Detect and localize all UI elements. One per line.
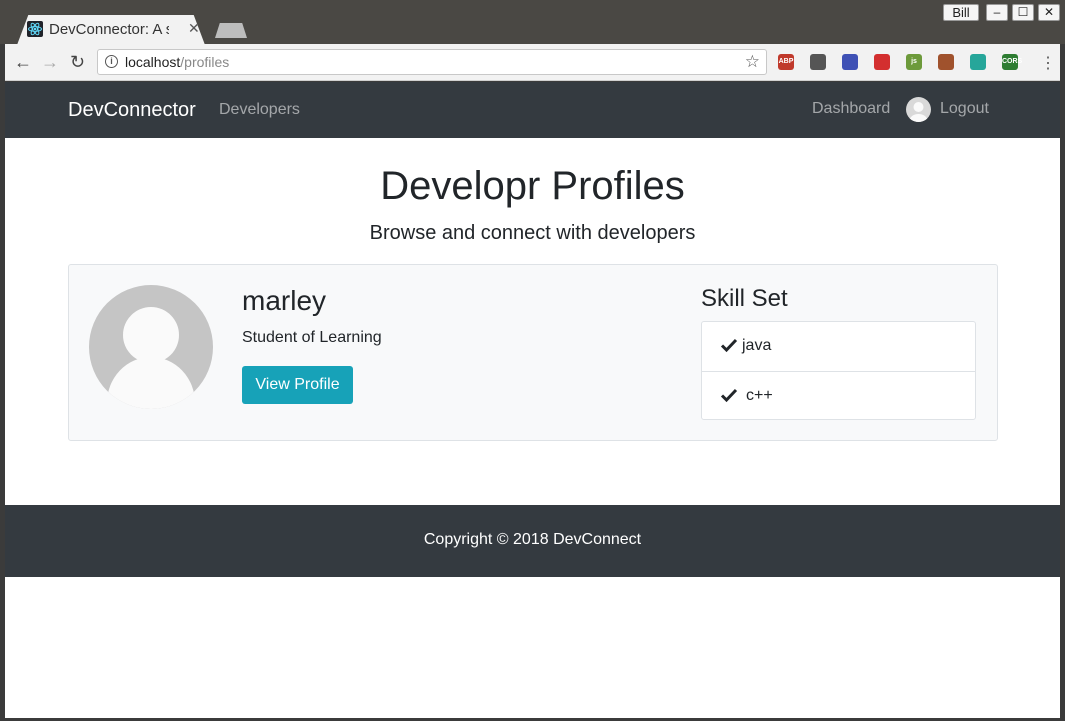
extension-red-icon[interactable]	[874, 54, 890, 70]
profile-name: marley	[242, 285, 327, 316]
profile-avatar	[89, 285, 213, 409]
skill-label: java	[742, 337, 772, 354]
target-icon[interactable]	[970, 54, 986, 70]
view-profile-button[interactable]: View Profile	[242, 366, 353, 404]
nav-logout-link[interactable]: Logout	[940, 100, 989, 118]
tab-close-icon[interactable]: ✕	[188, 20, 200, 37]
navbar: DevConnector Developers Dashboard Logout	[5, 82, 1060, 138]
skill-item: java	[702, 322, 975, 371]
profile-status: Student of Learning	[242, 329, 382, 346]
check-icon	[720, 338, 738, 353]
bookmark-star-icon[interactable]: ☆	[745, 52, 760, 72]
javascript-icon[interactable]: js	[906, 54, 922, 70]
close-window-icon[interactable]: ✕	[1038, 4, 1060, 21]
browser-toolbar: ← → ↻ i localhost/profiles ☆ ABP js CORS…	[5, 44, 1060, 81]
browser-tab[interactable]: DevConnector: A so ✕	[17, 15, 205, 45]
minimize-icon[interactable]: –	[986, 4, 1008, 21]
kebab-menu-icon[interactable]: ⋮	[1040, 53, 1056, 73]
monkey-icon[interactable]	[938, 54, 954, 70]
sync-icon[interactable]	[810, 54, 826, 70]
url-text: localhost/profiles	[125, 54, 230, 70]
nav-avatar	[906, 97, 931, 122]
page-subtitle: Browse and connect with developers	[369, 222, 696, 244]
forward-icon[interactable]: →	[41, 52, 59, 73]
skill-set-heading: Skill Set	[701, 285, 788, 312]
user-silhouette-icon	[107, 307, 195, 409]
skill-list: java c++	[701, 321, 976, 420]
back-icon[interactable]: ←	[14, 52, 32, 73]
new-tab-button[interactable]	[215, 23, 247, 38]
maximize-icon[interactable]: ☐	[1012, 4, 1034, 21]
brand-link[interactable]: DevConnector	[68, 99, 196, 122]
page-title: Developr Profiles	[380, 164, 685, 208]
skill-label: c++	[746, 387, 773, 404]
color-picker-icon[interactable]	[842, 54, 858, 70]
footer: Copyright © 2018 DevConnect	[5, 505, 1060, 577]
browser-profile-button[interactable]: Bill	[943, 4, 979, 21]
address-bar[interactable]: i localhost/profiles ☆	[97, 49, 767, 75]
check-icon	[720, 388, 738, 403]
browser-titlebar: DevConnector: A so ✕ Bill – ☐ ✕	[0, 0, 1065, 45]
nav-developers-link[interactable]: Developers	[219, 101, 300, 119]
copyright-text: Copyright © 2018 DevConnect	[423, 531, 642, 548]
profile-card: marley Student of Learning View Profile …	[68, 264, 998, 441]
reload-icon[interactable]: ↻	[70, 52, 85, 73]
adblock-plus-icon[interactable]: ABP	[778, 54, 794, 70]
cors-icon[interactable]: CORS	[1002, 54, 1022, 70]
info-icon[interactable]: i	[105, 55, 118, 68]
tab-title: DevConnector: A so	[49, 21, 169, 38]
nav-dashboard-link[interactable]: Dashboard	[812, 100, 890, 118]
react-icon	[27, 21, 43, 37]
skill-item: c++	[702, 371, 975, 420]
page-viewport: DevConnector Developers Dashboard Logout…	[5, 82, 1060, 718]
